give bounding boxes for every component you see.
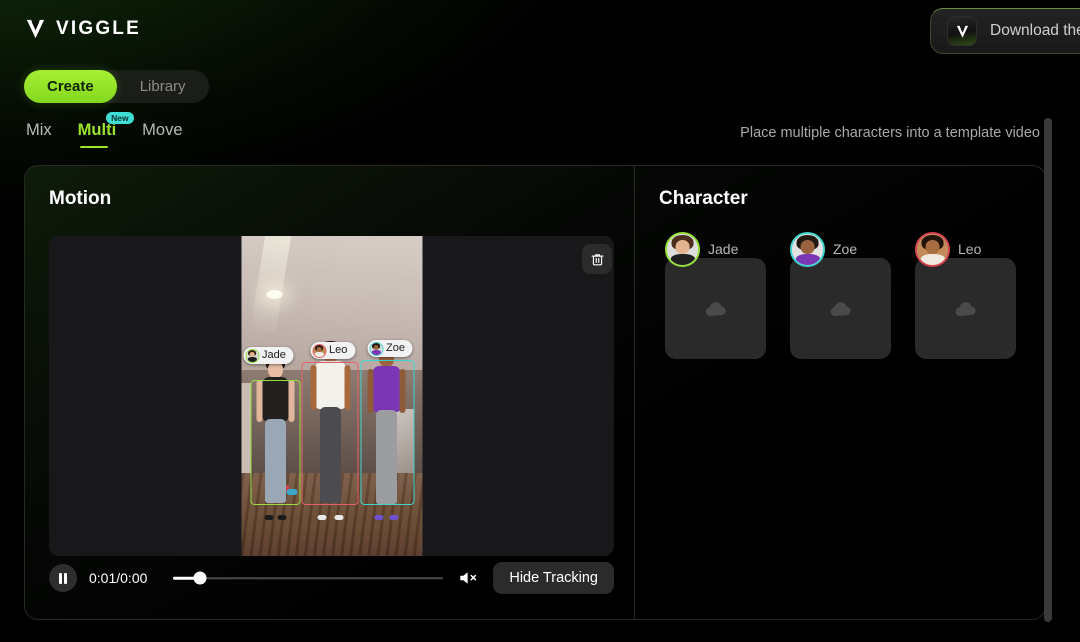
character-slot-list: Jade Zoe Leo	[665, 230, 1016, 359]
motion-panel: Motion Jade Leo Zoe 0:01/0:00 Hide Track…	[25, 166, 635, 619]
seek-handle[interactable]	[193, 571, 207, 585]
trash-icon	[591, 253, 603, 265]
character-panel-title: Character	[659, 188, 748, 209]
tracking-tag-avatar-leo	[312, 343, 326, 358]
brand-name: VIGGLE	[56, 17, 141, 39]
tracking-box-leo[interactable]	[301, 362, 358, 505]
download-app-label: Download the	[990, 22, 1080, 39]
tracking-tag-leo[interactable]: Leo	[310, 342, 356, 359]
character-slot-header-leo: Leo	[915, 230, 1016, 268]
cloud-upload-icon	[830, 301, 851, 316]
page-scrollbar[interactable]	[1044, 118, 1052, 622]
tab-mix-label: Mix	[26, 121, 52, 139]
character-upload-slot-zoe[interactable]	[790, 258, 891, 359]
tab-move-label: Move	[142, 121, 183, 139]
character-avatar-zoe[interactable]	[790, 231, 825, 267]
viggle-v-logo-icon	[26, 19, 45, 39]
new-badge: New	[106, 112, 134, 124]
workspace-panels: Motion Jade Leo Zoe 0:01/0:00 Hide Track…	[24, 165, 1046, 620]
mode-tab-library[interactable]: Library	[117, 70, 209, 103]
character-slot-leo: Leo	[915, 230, 1016, 359]
character-avatar-leo[interactable]	[915, 231, 950, 267]
character-slot-header-zoe: Zoe	[790, 230, 891, 268]
character-name-jade: Jade	[708, 241, 739, 257]
tracking-tag-zoe[interactable]: Zoe	[367, 340, 413, 357]
tracking-tag-jade[interactable]: Jade	[243, 347, 294, 364]
mute-toggle-button[interactable]	[455, 565, 481, 591]
template-video-preview: Jade Leo Zoe	[241, 236, 422, 556]
character-slot-zoe: Zoe	[790, 230, 891, 359]
character-name-zoe: Zoe	[833, 241, 858, 257]
tracking-box-zoe[interactable]	[360, 360, 414, 505]
character-slot-header-jade: Jade	[665, 230, 766, 268]
character-upload-slot-jade[interactable]	[665, 258, 766, 359]
video-door	[241, 383, 250, 473]
tracking-tag-avatar-zoe	[369, 341, 383, 356]
viggle-v-glyph-icon	[956, 25, 968, 38]
mode-toggle: Create Library	[24, 70, 209, 103]
viggle-app-icon	[947, 16, 977, 46]
character-avatar-jade[interactable]	[665, 231, 700, 267]
playback-time: 0:01/0:00	[89, 570, 148, 586]
character-slot-jade: Jade	[665, 230, 766, 359]
seek-slider[interactable]	[173, 571, 444, 585]
pause-icon-bar-left	[58, 572, 62, 584]
tab-move[interactable]: Move	[142, 121, 182, 148]
tracking-tag-label-leo: Leo	[329, 344, 348, 356]
tracking-tag-label-zoe: Zoe	[386, 342, 405, 354]
speaker-muted-icon	[460, 572, 477, 584]
tab-multi[interactable]: Multi New	[78, 112, 134, 148]
motion-panel-title: Motion	[49, 188, 112, 209]
character-name-leo: Leo	[958, 241, 982, 257]
cloud-upload-icon	[955, 301, 976, 316]
hide-tracking-button[interactable]: Hide Tracking	[493, 562, 614, 594]
tracking-tag-avatar-jade	[245, 348, 259, 363]
video-player-controls: 0:01/0:00 Hide Tracking	[49, 561, 614, 595]
cloud-upload-icon	[705, 301, 726, 316]
delete-motion-button[interactable]	[582, 244, 612, 274]
character-upload-slot-leo[interactable]	[915, 258, 1016, 359]
tracking-tag-label-jade: Jade	[262, 349, 286, 361]
tracking-box-jade[interactable]	[250, 380, 300, 505]
character-panel: Character Jade Zoe Leo	[635, 166, 1045, 619]
brand-logo[interactable]: VIGGLE	[24, 17, 141, 40]
viggle-app-window: VIGGLE Download the Create Library Mix M…	[0, 0, 1080, 642]
motion-video-stage[interactable]: Jade Leo Zoe	[49, 236, 614, 556]
feature-description: Place multiple characters into a templat…	[740, 125, 1040, 141]
pause-icon-bar-right	[64, 572, 68, 584]
seek-track	[173, 577, 444, 579]
download-app-button[interactable]: Download the	[930, 8, 1080, 54]
pause-button[interactable]	[49, 564, 77, 592]
tab-mix[interactable]: Mix	[26, 121, 52, 148]
mode-tab-create[interactable]: Create	[24, 70, 117, 103]
feature-tabs: Mix Multi New Move	[26, 112, 183, 148]
